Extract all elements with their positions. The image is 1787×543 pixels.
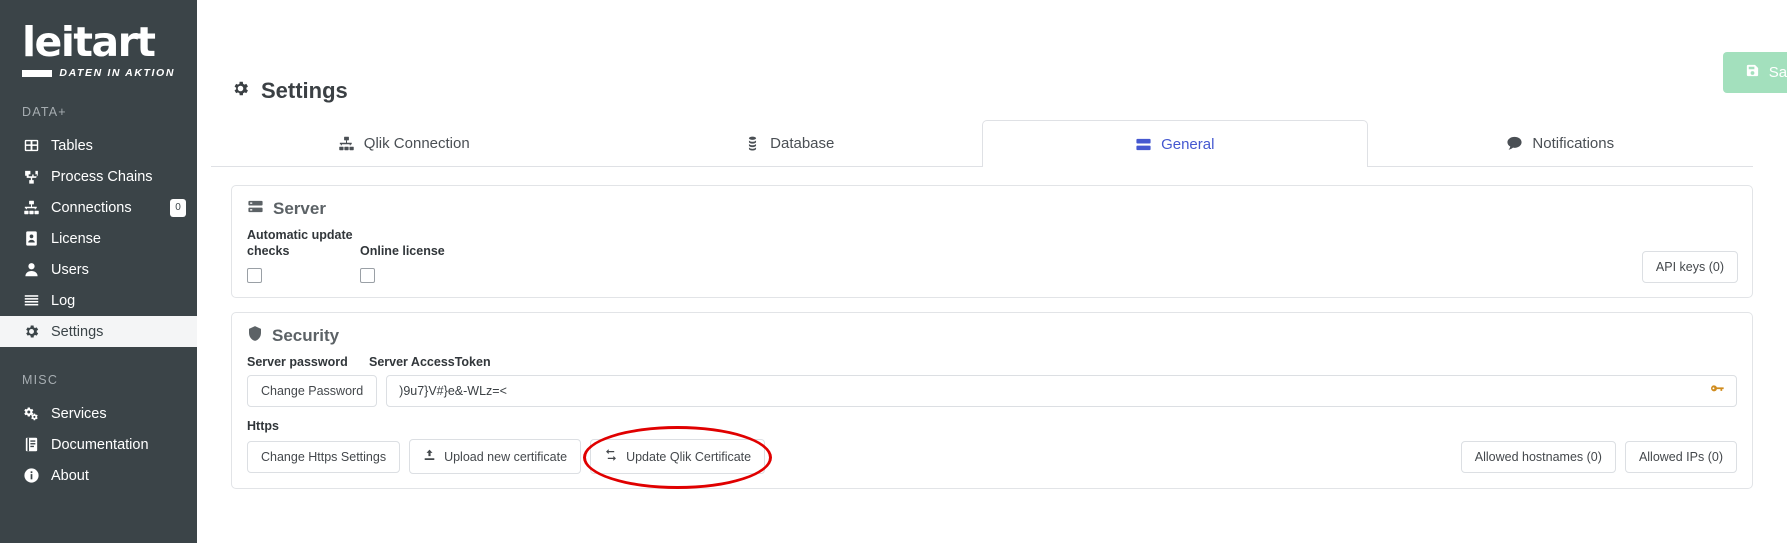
comment-icon: [1506, 135, 1523, 152]
sitemap-icon: [22, 168, 40, 185]
sidebar-item-connections[interactable]: Connections 0: [0, 192, 197, 223]
allowed-hostnames-button[interactable]: Allowed hostnames (0): [1460, 440, 1616, 473]
sidebar-item-users[interactable]: Users: [0, 254, 197, 285]
upload-new-certificate-button-label: Upload new certificate: [444, 449, 568, 464]
update-qlik-certificate-button[interactable]: Update Qlik Certificate: [590, 439, 766, 474]
sidebar-item-settings[interactable]: Settings: [0, 316, 197, 347]
list-icon: [22, 292, 40, 309]
tab-label: Notifications: [1532, 135, 1615, 152]
change-https-settings-button-label: Change Https Settings: [261, 449, 387, 464]
server-accesstoken-value: )9u7}V#}e&-WLz=<: [399, 384, 507, 398]
key-icon[interactable]: [1709, 382, 1725, 401]
book-icon: [22, 436, 40, 453]
settings-tabs: Qlik Connection Database General Notificati…: [211, 120, 1753, 167]
cogs-icon: [22, 405, 40, 422]
logo-wordmark: leitart: [22, 18, 156, 66]
save-button[interactable]: Save: [1722, 52, 1787, 93]
sidebar-item-label: Log: [51, 292, 76, 309]
online-license-checkbox[interactable]: [360, 268, 375, 283]
tab-label: Qlik Connection: [363, 135, 470, 152]
info-circle-icon: [22, 467, 40, 484]
allowed-ips-button-label: Allowed IPs (0): [1638, 449, 1723, 464]
sidebar-section-label: MISC: [22, 373, 59, 387]
tab-label: General: [1161, 135, 1215, 153]
server-password-label: Server password: [247, 355, 348, 369]
application-window: leitart DATEN IN AKTION DATA+ Tables Proce…: [0, 0, 1787, 543]
server-accesstoken-input[interactable]: )9u7}V#}e&-WLz=<: [386, 375, 1737, 407]
allowed-hostnames-button-label: Allowed hostnames (0): [1474, 449, 1602, 464]
sidebar-item-about[interactable]: About: [0, 460, 197, 491]
security-panel: Security Server password Server AccessTo…: [231, 312, 1753, 489]
sidebar-item-label: About: [51, 467, 89, 484]
logo: leitart DATEN IN AKTION: [0, 0, 197, 79]
settings-panels: Server Automatic update checks Online li…: [197, 167, 1787, 489]
change-https-settings-button[interactable]: Change Https Settings: [247, 440, 401, 473]
sidebar-item-documentation[interactable]: Documentation: [0, 429, 197, 460]
database-icon: [744, 135, 761, 152]
sidebar: leitart DATEN IN AKTION DATA+ Tables Proce…: [0, 0, 197, 543]
server-panel: Server Automatic update checks Online li…: [231, 185, 1753, 298]
page-title: Settings: [231, 78, 348, 104]
upload-new-certificate-button[interactable]: Upload new certificate: [409, 439, 582, 474]
save-icon: [1745, 63, 1760, 82]
tab-qlik-connection[interactable]: Qlik Connection: [211, 120, 597, 166]
exchange-icon: [604, 448, 618, 465]
logo-tagline: DATEN IN AKTION: [59, 67, 175, 79]
upload-icon: [423, 448, 436, 465]
main-content: Settings Save Qlik Connection Database Gen…: [197, 0, 1787, 543]
server-icon: [1135, 136, 1152, 153]
save-button-label: Save: [1768, 64, 1787, 81]
shield-icon: [247, 325, 263, 347]
network-icon: [338, 135, 355, 152]
sidebar-item-label: Services: [51, 405, 107, 422]
server-panel-title: Server: [247, 198, 1737, 220]
sidebar-item-services[interactable]: Services: [0, 398, 197, 429]
sidebar-item-label: Users: [51, 261, 89, 278]
change-password-button[interactable]: Change Password: [247, 375, 378, 407]
page-title-text: Settings: [261, 78, 348, 103]
tab-label: Database: [770, 135, 835, 152]
api-keys-button[interactable]: API keys (0): [1641, 251, 1738, 283]
automatic-update-checks-checkbox[interactable]: [247, 268, 262, 283]
api-keys-button-label: API keys (0): [1655, 260, 1724, 274]
sidebar-item-label: License: [51, 230, 101, 247]
sidebar-item-log[interactable]: Log: [0, 285, 197, 316]
sidebar-item-process-chains[interactable]: Process Chains: [0, 161, 197, 192]
id-card-icon: [22, 230, 40, 247]
sidebar-item-label: Process Chains: [51, 168, 153, 185]
sidebar-item-label: Documentation: [51, 436, 149, 453]
logo-bar: [22, 69, 53, 77]
server-icon: [247, 198, 264, 220]
allowed-ips-button[interactable]: Allowed IPs (0): [1624, 440, 1737, 473]
table-icon: [22, 137, 40, 154]
sidebar-item-badge: 0: [170, 198, 186, 217]
gear-icon: [231, 78, 250, 104]
security-panel-title: Security: [247, 325, 1737, 347]
sidebar-item-label: Settings: [51, 323, 104, 340]
server-panel-title-text: Server: [273, 199, 326, 218]
sidebar-item-label: Tables: [51, 137, 93, 154]
update-qlik-certificate-button-label: Update Qlik Certificate: [626, 449, 752, 464]
gear-icon: [22, 323, 40, 340]
automatic-update-checks-label: Automatic update checks: [247, 228, 353, 258]
sidebar-section-label: DATA+: [22, 105, 67, 119]
tab-notifications[interactable]: Notifications: [1368, 120, 1754, 166]
page-header: Settings Save: [197, 0, 1787, 120]
server-accesstoken-label: Server AccessToken: [369, 355, 491, 369]
sidebar-item-tables[interactable]: Tables: [0, 130, 197, 161]
tab-general[interactable]: General: [982, 120, 1368, 167]
sidebar-nav: DATA+ Tables Process Chains Connections 0 Lic…: [0, 79, 197, 491]
user-icon: [22, 261, 40, 278]
network-icon: [22, 199, 40, 216]
sidebar-item-license[interactable]: License: [0, 223, 197, 254]
online-license-label: Online license: [360, 244, 445, 258]
security-panel-title-text: Security: [272, 326, 340, 345]
sidebar-item-label: Connections: [51, 199, 132, 216]
https-label: Https: [247, 419, 279, 433]
change-password-button-label: Change Password: [261, 384, 364, 398]
tab-database[interactable]: Database: [597, 120, 983, 166]
